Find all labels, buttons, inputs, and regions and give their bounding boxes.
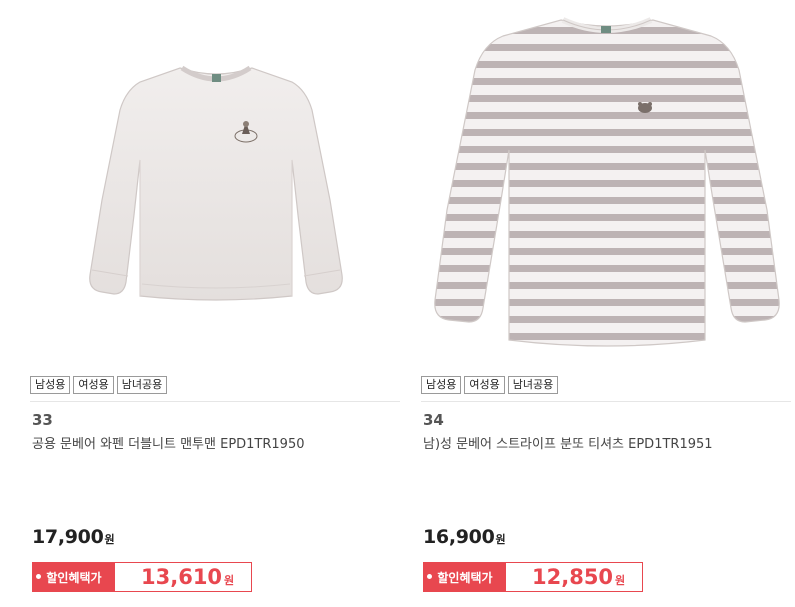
tag-unisex: 남녀공용 xyxy=(507,376,559,394)
sale-price-box: 할인혜택가 13,610 원 xyxy=(32,562,252,592)
striped-tshirt-illustration xyxy=(434,17,780,347)
product-number: 33 xyxy=(32,411,53,429)
sale-price-unit: 원 xyxy=(615,574,626,587)
tag-unisex: 남녀공용 xyxy=(116,376,168,394)
product-number: 34 xyxy=(423,411,444,429)
sale-label: 할인혜택가 xyxy=(424,563,506,591)
gender-tags: 남성용 여성용 남녀공용 xyxy=(421,376,559,394)
product-image-striped-tshirt[interactable] xyxy=(421,0,795,362)
sale-price: 13,610 원 xyxy=(115,563,234,591)
tag-men: 남성용 xyxy=(30,376,71,394)
tag-men: 남성용 xyxy=(421,376,462,394)
product-card[interactable]: 남성용 여성용 남녀공용 33 공용 문베어 와펜 더블니트 맨투맨 EPD1T… xyxy=(30,0,405,607)
regular-price: 17,900원 xyxy=(32,526,115,548)
price-value: 17,900 xyxy=(32,526,104,548)
sweatshirt-illustration xyxy=(89,65,343,301)
sale-price-box: 할인혜택가 12,850 원 xyxy=(423,562,643,592)
price-unit: 원 xyxy=(495,533,506,546)
divider xyxy=(30,401,400,402)
sale-price-unit: 원 xyxy=(224,574,235,587)
sale-label: 할인혜택가 xyxy=(33,563,115,591)
price-unit: 원 xyxy=(104,533,115,546)
product-image-sweatshirt[interactable] xyxy=(30,0,405,362)
product-card[interactable]: 남성용 여성용 남녀공용 34 남)성 문베어 스트라이프 분또 티셔츠 EPD… xyxy=(421,0,795,607)
tag-women: 여성용 xyxy=(464,376,505,394)
regular-price: 16,900원 xyxy=(423,526,506,548)
price-value: 16,900 xyxy=(423,526,495,548)
product-title-link[interactable]: 남)성 문베어 스트라이프 분또 티셔츠 EPD1TR1951 xyxy=(423,433,713,452)
product-title-link[interactable]: 공용 문베어 와펜 더블니트 맨투맨 EPD1TR1950 xyxy=(32,433,305,452)
sale-price: 12,850 원 xyxy=(506,563,625,591)
sale-price-value: 13,610 xyxy=(141,565,223,589)
divider xyxy=(421,401,791,402)
sale-price-value: 12,850 xyxy=(532,565,614,589)
tag-women: 여성용 xyxy=(73,376,114,394)
gender-tags: 남성용 여성용 남녀공용 xyxy=(30,376,168,394)
